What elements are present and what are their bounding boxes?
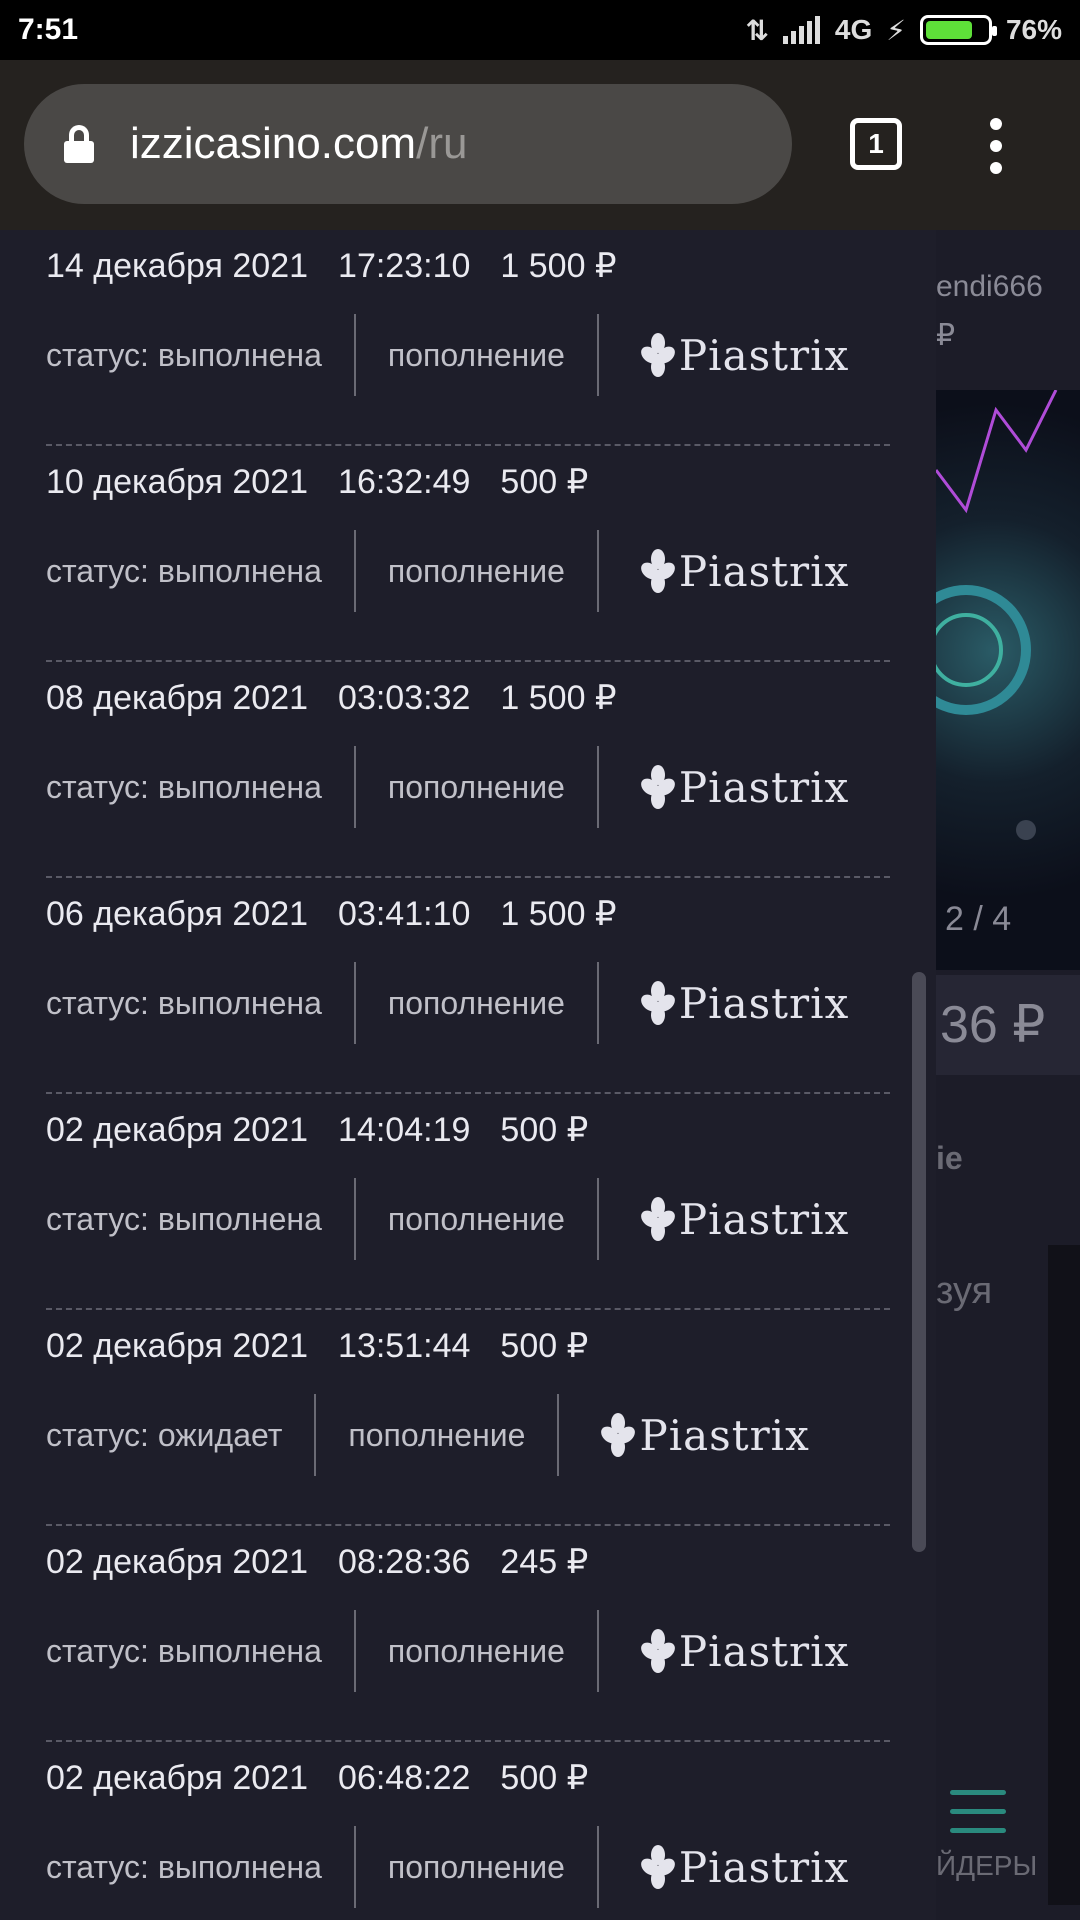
provider-name: Piastrix xyxy=(678,1842,850,1892)
transaction-list: 14 декабря 2021 17:23:10 1 500 ₽ статус: в… xyxy=(0,230,936,1908)
nav-label-leaders[interactable]: ЙДЕРЫ xyxy=(936,1850,1037,1882)
transaction-item: 02 декабря 2021 06:48:22 500 ₽ статус: вып… xyxy=(46,1526,890,1908)
divider xyxy=(596,1826,599,1908)
transaction-item: 02 декабря 2021 13:51:44 500 ₽ статус: ожи… xyxy=(46,1094,890,1476)
overflow-menu-icon[interactable] xyxy=(984,118,1008,174)
tab-switcher-button[interactable]: 1 xyxy=(850,118,902,170)
battery-percent: 76% xyxy=(1005,14,1062,45)
leaders-icon[interactable] xyxy=(950,1790,1006,1840)
charging-icon: ⚡ xyxy=(886,14,906,46)
network-type: 4G xyxy=(834,14,873,45)
section-text: зуя xyxy=(936,1270,993,1312)
slider-counter: 2 / 4 xyxy=(945,900,1012,938)
piastrix-flower-icon xyxy=(637,1845,679,1889)
signal-icon xyxy=(782,16,821,44)
transaction-header: 02 декабря 2021 06:48:22 500 ₽ xyxy=(46,1758,618,1798)
transaction-details: статус: выполнена пополнение Piastrix xyxy=(46,1826,849,1908)
transaction-time: 06:48:22 xyxy=(338,1759,471,1797)
divider xyxy=(353,1826,356,1908)
transaction-amount: 500 ₽ xyxy=(500,1759,589,1797)
promo-banner[interactable] xyxy=(901,389,1080,970)
transaction-item: 10 декабря 2021 16:32:49 500 ₽ статус: вып… xyxy=(46,230,890,612)
transaction-history-panel: 14 декабря 2021 17:23:10 1 500 ₽ статус: в… xyxy=(0,230,936,1920)
status-icons: ⇅ 4G ⚡ 76% xyxy=(745,14,1062,47)
url-text: izzicasino.com/ru xyxy=(130,119,468,168)
clock: 7:51 xyxy=(18,13,79,46)
transaction-item: 02 декабря 2021 14:04:19 500 ₽ статус: вып… xyxy=(46,878,890,1260)
section-heading: ie xyxy=(936,1140,963,1176)
transaction-date: 02 декабря 2021 xyxy=(46,1759,309,1797)
transaction-item: 08 декабря 2021 03:03:32 1 500 ₽ статус: в… xyxy=(46,446,890,828)
username-text: endi666 xyxy=(936,270,1043,303)
game-thumbnail[interactable] xyxy=(1048,1245,1080,1905)
scrollbar[interactable] xyxy=(912,972,926,1552)
browser-toolbar: izzicasino.com/ru 1 xyxy=(0,60,1080,230)
currency-text: ₽ xyxy=(936,319,956,352)
transaction-item: 02 декабря 2021 08:28:36 245 ₽ статус: вып… xyxy=(46,1310,890,1692)
transaction-type: пополнение xyxy=(387,1848,565,1885)
address-bar[interactable]: izzicasino.com/ru xyxy=(24,84,792,204)
data-transfer-icon: ⇅ xyxy=(745,14,769,46)
transaction-status: статус: выполнена xyxy=(46,1848,322,1885)
battery-icon xyxy=(919,15,997,45)
provider-logo: Piastrix xyxy=(637,1842,850,1892)
balance-text: 36 ₽ xyxy=(940,996,1046,1054)
status-bar: 7:51 ⇅ 4G ⚡ 76% xyxy=(0,0,1080,60)
transaction-item: 06 декабря 2021 03:41:10 1 500 ₽ статус: в… xyxy=(46,662,890,1044)
lock-icon xyxy=(64,125,94,163)
